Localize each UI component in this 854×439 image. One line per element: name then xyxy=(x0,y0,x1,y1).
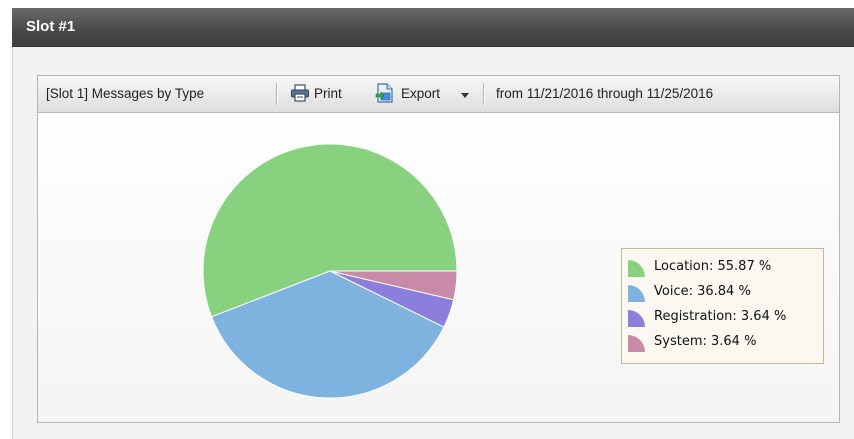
legend-label: Voice: 36.84 % xyxy=(654,284,751,299)
chart-legend: Location: 55.87 % Voice: 36.84 % Registrat… xyxy=(621,248,824,364)
legend-label: Registration: 3.64 % xyxy=(654,309,787,324)
legend-swatch xyxy=(628,260,645,277)
caret-down-icon xyxy=(461,93,469,98)
legend-swatch xyxy=(628,310,645,327)
report-title: [Slot 1] Messages by Type xyxy=(46,86,205,101)
legend-swatch xyxy=(628,285,645,302)
slot-header: Slot #1 xyxy=(12,8,854,47)
legend-label: System: 3.64 % xyxy=(654,334,757,349)
slot-title: Slot #1 xyxy=(26,18,76,35)
legend-swatch xyxy=(628,335,645,352)
date-range: from 11/21/2016 through 11/25/2016 xyxy=(496,86,714,101)
printer-icon xyxy=(291,84,309,102)
report-toolbar: [Slot 1] Messages by Type Print Export f… xyxy=(38,76,839,113)
export-label: Export xyxy=(401,86,441,101)
chart-area: Location: 55.87 % Voice: 36.84 % Registrat… xyxy=(38,113,839,422)
export-document-icon xyxy=(375,83,393,103)
print-label: Print xyxy=(314,86,342,101)
toolbar-separator xyxy=(483,83,484,105)
toolbar-separator xyxy=(276,83,277,105)
legend-label: Location: 55.87 % xyxy=(654,259,772,274)
report-panel: [Slot 1] Messages by Type Print Export f… xyxy=(37,75,840,423)
